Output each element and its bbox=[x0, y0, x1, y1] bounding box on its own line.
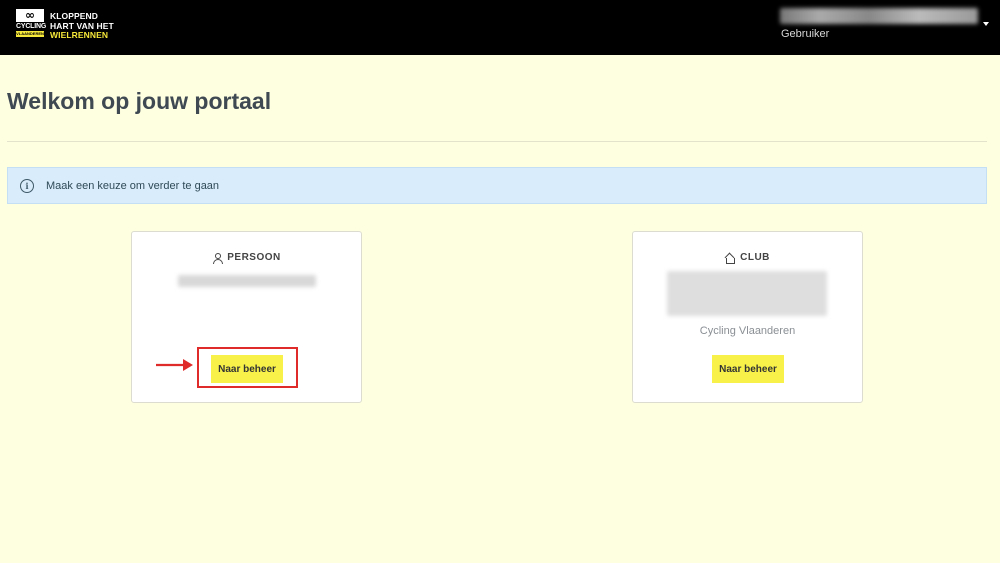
person-card-heading: PERSOON bbox=[132, 252, 361, 264]
logo-mark: ∞ CYCLING VLAANDEREN bbox=[16, 9, 47, 40]
logo-slogan: KLOPPEND HART VAN HET WIELRENNEN bbox=[50, 9, 120, 41]
user-menu[interactable]: Gebruiker bbox=[780, 8, 990, 44]
logo-slogan-line3: WIELRENNEN bbox=[50, 30, 109, 40]
club-card: CLUB Cycling Vlaanderen Naar beheer bbox=[632, 231, 863, 403]
annotation-highlight-box bbox=[197, 347, 298, 388]
alert-text: Maak een keuze om verder te gaan bbox=[46, 179, 220, 192]
person-icon bbox=[212, 252, 224, 264]
club-naar-beheer-button[interactable]: Naar beheer bbox=[712, 355, 784, 383]
club-card-heading: CLUB bbox=[633, 252, 862, 264]
logo-vlaanderen-text: VLAANDEREN bbox=[16, 31, 44, 37]
top-bar: ∞ CYCLING VLAANDEREN KLOPPEND HART VAN H… bbox=[0, 0, 1000, 55]
infinity-icon: ∞ bbox=[16, 9, 44, 22]
club-card-title: CLUB bbox=[740, 252, 770, 263]
person-card-title: PERSOON bbox=[227, 252, 281, 263]
info-alert: i Maak een keuze om verder te gaan bbox=[7, 167, 987, 204]
user-name-redacted bbox=[780, 8, 978, 24]
person-name-redacted bbox=[178, 275, 316, 287]
chevron-down-icon[interactable] bbox=[983, 22, 989, 26]
page-title: Welkom op jouw portaal bbox=[7, 88, 272, 114]
info-icon: i bbox=[20, 178, 34, 193]
club-name-redacted bbox=[667, 271, 827, 316]
logo-cycling-text: CYCLING bbox=[16, 23, 47, 30]
title-divider bbox=[7, 141, 987, 142]
club-organization: Cycling Vlaanderen bbox=[699, 325, 796, 337]
user-role: Gebruiker bbox=[781, 28, 830, 40]
cycling-vlaanderen-logo[interactable]: ∞ CYCLING VLAANDEREN KLOPPEND HART VAN H… bbox=[16, 9, 120, 41]
annotation-arrow-icon bbox=[156, 359, 193, 371]
home-icon bbox=[724, 252, 736, 264]
